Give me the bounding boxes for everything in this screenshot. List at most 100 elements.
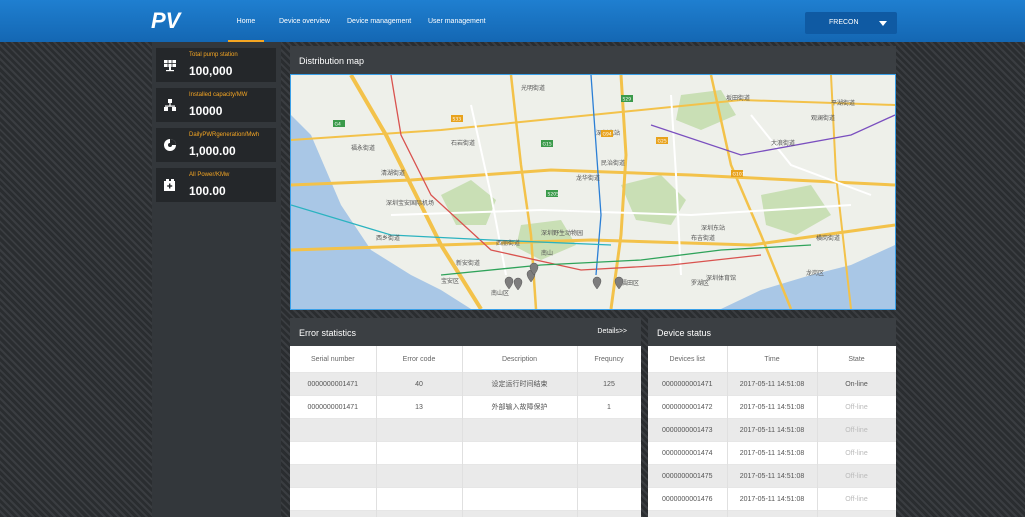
table-row[interactable]: 0000000001471 13 外部输入故障保护 1 — [290, 395, 641, 419]
table-cell: 0000000001473 — [648, 418, 728, 442]
panel-title: Error statistics — [299, 328, 357, 338]
battery-plus-icon — [164, 179, 175, 191]
table-row[interactable] — [290, 510, 641, 517]
column-header[interactable]: Devices list — [648, 346, 728, 373]
highway — [609, 75, 628, 309]
table-cell: 13 — [376, 395, 463, 419]
map-label: 西丽街道 — [496, 239, 520, 247]
table-cell: Off-line — [817, 441, 896, 465]
table-cell: 1 — [577, 395, 641, 419]
table-header-row: Serial number Error code Description Fre… — [290, 346, 641, 373]
table-cell — [462, 487, 578, 511]
table-cell: Off-line — [817, 418, 896, 442]
stat-card-all-power: All Power/KMw 100.00 — [156, 168, 276, 202]
device-status-body: 0000000001471 2017-05-11 14:51:08 On-line 0… — [648, 372, 896, 517]
highway-shield-label: G15 — [543, 142, 552, 148]
table-cell: 2017-05-11 14:51:08 — [727, 464, 818, 488]
table-row[interactable] — [290, 487, 641, 511]
table-row[interactable]: 0000000001475 2017-05-11 14:51:08 Off-line — [648, 464, 896, 488]
map-label: 横岗街道 — [816, 234, 840, 242]
column-header[interactable]: State — [817, 346, 896, 373]
column-header[interactable]: Error code — [376, 346, 463, 373]
highway-shield-label: G107 — [733, 172, 745, 178]
map-label: 南山 — [541, 249, 553, 257]
stat-value: 10000 — [189, 104, 223, 118]
map-label: 南山区 — [491, 289, 509, 297]
table-row[interactable]: 0000000001471 2017-05-11 14:51:08 On-line — [648, 372, 896, 396]
app-logo[interactable]: PV — [150, 7, 184, 33]
table-cell: 2017-05-11 14:51:08 — [727, 372, 818, 396]
pie-chart-icon — [164, 139, 176, 151]
column-header[interactable]: Time — [727, 346, 818, 373]
table-row[interactable]: 0000000001473 2017-05-11 14:51:08 Off-line — [648, 418, 896, 442]
table-cell — [577, 464, 641, 488]
table-row[interactable]: 00000000014772017-05-11 14:51:08Off-line — [648, 510, 896, 517]
table-cell — [290, 464, 377, 488]
nav-device-management[interactable]: Device management — [347, 0, 411, 42]
map-label: 西乡街道 — [376, 234, 400, 242]
table-cell — [376, 487, 463, 511]
stat-value: 100.00 — [189, 184, 226, 198]
map-marker-icon[interactable] — [513, 277, 523, 291]
table-row[interactable]: 0000000001472 2017-05-11 14:51:08 Off-line — [648, 395, 896, 419]
table-cell: On-line — [817, 372, 896, 396]
error-statistics-table: Serial number Error code Description Fre… — [290, 346, 641, 517]
column-header[interactable]: Frequncy — [577, 346, 641, 373]
map-label: 布吉街道 — [691, 234, 715, 242]
map-label: 光明街道 — [521, 84, 545, 92]
table-row[interactable] — [290, 464, 641, 488]
bay-area — [721, 245, 895, 309]
highway-shield-label: G25 — [658, 139, 667, 145]
map-label: 宝安区 — [441, 277, 459, 285]
table-cell — [290, 418, 377, 442]
table-cell — [376, 464, 463, 488]
nav-device-overview[interactable]: Device overview — [279, 0, 330, 42]
highway-shield-label: S29 — [623, 97, 632, 103]
details-link[interactable]: Details>> — [597, 328, 627, 335]
panel-title: Device status — [657, 328, 712, 338]
table-cell — [462, 441, 578, 465]
map-marker-icon[interactable] — [592, 276, 602, 290]
table-cell — [290, 441, 377, 465]
map-label: 坂田街道 — [726, 94, 750, 102]
table-cell — [376, 418, 463, 442]
column-header[interactable]: Serial number — [290, 346, 377, 373]
distribution-map[interactable]: 光明街道 石岩街道 福永街道 深圳宝安国际机场 西乡街道 新安街道 宝安区 龙华街道 民治街道深… — [290, 74, 896, 310]
user-dropdown[interactable]: FRECON — [805, 12, 897, 34]
stats-sidebar: Total pump station 100,000 Installed cap… — [152, 42, 281, 517]
table-row[interactable]: 0000000001474 2017-05-11 14:51:08 Off-line — [648, 441, 896, 465]
table-cell: 0000000001474 — [648, 441, 728, 465]
table-cell: 0000000001477 — [648, 510, 728, 517]
map-marker-icon[interactable] — [614, 276, 624, 290]
table-header-row: Devices list Time State — [648, 346, 896, 373]
map-label: 大浪街道 — [771, 139, 795, 147]
top-nav-bar: PV Home Device overview Device managemen… — [0, 0, 1025, 42]
table-cell — [290, 510, 377, 517]
table-cell — [376, 510, 463, 517]
map-canvas[interactable]: 光明街道石岩街道福永街道深圳宝安国际机场西乡街道新安街道宝安区 龙华街道民治街道深… — [291, 75, 895, 309]
map-label: 深圳东站 — [701, 224, 725, 232]
column-header[interactable]: Description — [462, 346, 578, 373]
stat-label: Installed capacity/MW — [189, 92, 248, 98]
table-cell: Off-line — [817, 487, 896, 511]
table-row[interactable] — [290, 441, 641, 465]
map-label: 龙岗区 — [806, 269, 824, 277]
nav-home[interactable]: Home — [228, 0, 264, 42]
table-cell: 0000000001476 — [648, 487, 728, 511]
nav-user-management[interactable]: User management — [428, 0, 486, 42]
map-label: 龙华街道 — [576, 174, 600, 182]
table-cell: 2017-05-11 14:51:08 — [727, 510, 818, 517]
map-label: 民治街道 — [601, 159, 625, 167]
map-marker-icon[interactable] — [504, 276, 514, 290]
table-row[interactable] — [290, 418, 641, 442]
highway-shield-label: S205 — [548, 192, 560, 198]
map-label: 清湖街道 — [381, 169, 405, 177]
table-cell: 40 — [376, 372, 463, 396]
table-cell — [577, 487, 641, 511]
table-row[interactable]: 0000000001476 2017-05-11 14:51:08 Off-line — [648, 487, 896, 511]
table-row[interactable]: 0000000001471 40 设定运行时间结束 125 — [290, 372, 641, 396]
map-label: 平湖街道 — [831, 99, 855, 107]
error-statistics-table-wrap: Serial number Error code Description Fre… — [290, 346, 641, 517]
table-cell: 2017-05-11 14:51:08 — [727, 487, 818, 511]
stat-label: All Power/KMw — [189, 172, 230, 178]
